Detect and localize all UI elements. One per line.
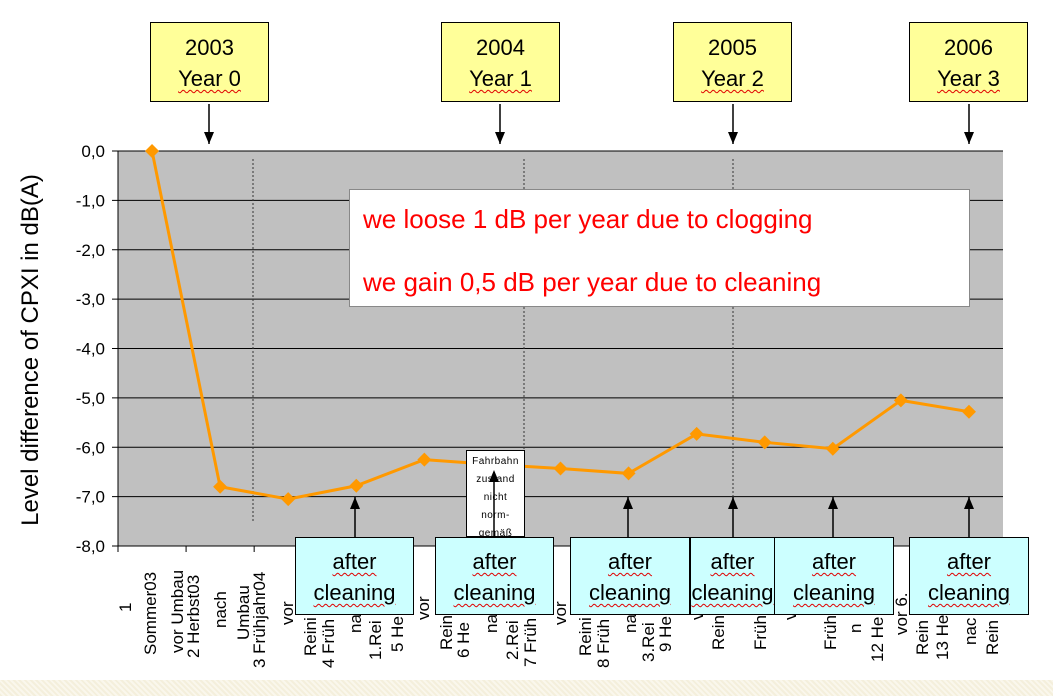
cleaning-label: cleaning: [793, 580, 875, 605]
cleaning-label: after: [946, 549, 992, 574]
year-arrow-head: [495, 132, 505, 144]
annotation-line: we gain 0,5 dB per year due to cleaning: [363, 267, 822, 297]
road-condition-note: Fahrbahn zustand nicht norm- gemäß: [466, 450, 525, 539]
year-arrow-head: [204, 132, 214, 144]
x-category-label: Sommer03: [141, 572, 160, 655]
year-box-2003: 2003 Year 0: [150, 22, 269, 102]
note-line: zustand: [476, 474, 515, 485]
cleaning-box: after cleaning: [690, 537, 775, 615]
x-category-label: 7 Früh: [521, 618, 540, 667]
x-category-label: Rein: [983, 620, 1002, 655]
x-category-label: vor: [414, 596, 433, 620]
cleaning-label: after: [710, 549, 755, 574]
cleaning-label: after: [607, 549, 653, 574]
year-arrow-head: [964, 132, 974, 144]
x-category-label: 2 Herbst03: [184, 575, 203, 658]
y-tick-label: -2,0: [76, 241, 105, 260]
x-category-label: na: [621, 614, 640, 633]
x-category-label: 4 Früh: [319, 619, 338, 668]
year-label: 2004: [476, 35, 525, 60]
x-category-label: na: [346, 614, 365, 633]
x-category-label: Rein: [709, 615, 728, 650]
x-category-label: nac: [961, 617, 980, 645]
note-line: Fahrbahn: [472, 456, 519, 467]
x-category-label: Früh: [751, 615, 770, 650]
year-index: Year 2: [701, 66, 764, 91]
y-tick-label: -8,0: [76, 537, 105, 556]
cleaning-box: after cleaning: [909, 537, 1029, 615]
annotation-box: we loose 1 dB per year due to clogging w…: [349, 189, 970, 307]
year-label: 2005: [708, 35, 757, 60]
x-category-label: 5 He: [388, 616, 407, 652]
x-category-label: Früh: [821, 615, 840, 650]
x-category-label: 13 He: [933, 615, 952, 660]
x-category-label: na: [482, 614, 501, 633]
x-category-label: Reini: [301, 617, 320, 656]
cleaning-box: after cleaning: [435, 537, 554, 615]
cleaning-box: after cleaning: [774, 537, 894, 615]
y-tick-label: -4,0: [76, 340, 105, 359]
year-box-2004: 2004 Year 1: [441, 22, 560, 102]
x-category-label: 1.Rei: [366, 620, 385, 660]
note-line: norm-: [481, 510, 510, 521]
y-tick-label: -5,0: [76, 389, 105, 408]
y-axis-label: Level difference of CPXI in dB(A): [17, 174, 44, 526]
x-category-label: 6 He: [454, 622, 473, 658]
cleaning-label: after: [472, 549, 517, 574]
cleaning-label: cleaning: [589, 580, 671, 605]
cleaning-box: after cleaning: [570, 537, 690, 615]
y-tick-label: -3,0: [76, 290, 105, 309]
cleaning-label: cleaning: [313, 580, 396, 605]
cleaning-label: cleaning: [453, 580, 536, 605]
cleaning-box: after cleaning: [295, 537, 414, 615]
x-category-label: 2.Rei: [503, 620, 522, 660]
x-category-label: 8 Früh: [594, 619, 613, 668]
y-tick-label: -1,0: [76, 191, 105, 210]
cleaning-label: cleaning: [691, 580, 774, 605]
year-label: 2006: [944, 35, 993, 60]
y-tick-label: 0,0: [81, 142, 105, 161]
x-category-label: 12 He: [868, 617, 887, 662]
year-label: 2003: [185, 35, 234, 60]
footer-strip: [0, 680, 1053, 696]
cleaning-label: after: [332, 549, 377, 574]
year-index: Year 0: [178, 66, 241, 91]
x-category-label: 1: [116, 603, 135, 612]
cleaning-label: cleaning: [928, 580, 1010, 605]
x-category-label: n: [846, 624, 865, 633]
year-index: Year 1: [469, 66, 532, 91]
year-box-2006: 2006 Year 3: [909, 22, 1028, 102]
annotation-line: we loose 1 dB per year due to clogging: [363, 204, 813, 234]
x-category-label: nach: [211, 591, 230, 628]
year-box-2005: 2005 Year 2: [673, 22, 792, 102]
y-tick-label: -7,0: [76, 488, 105, 507]
x-category-label: Rein: [913, 620, 932, 655]
note-line: nicht: [483, 492, 508, 503]
year-index: Year 3: [937, 66, 1000, 91]
x-category-label: 9 He: [656, 616, 675, 652]
x-category-label: Reini: [576, 617, 595, 656]
cleaning-label: after: [811, 549, 857, 574]
x-category-label: 3 Frühjahr04: [250, 572, 269, 668]
year-arrow-head: [728, 132, 738, 144]
y-tick-label: -6,0: [76, 438, 105, 457]
